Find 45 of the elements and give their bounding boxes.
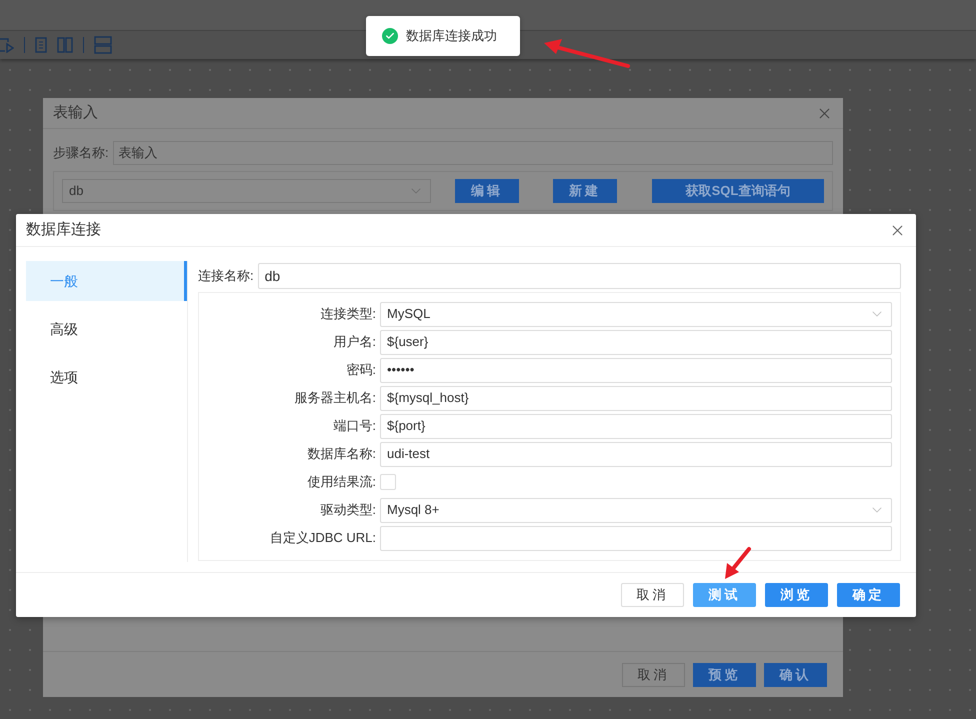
side-tab[interactable]: 高级 [26,309,187,349]
footer-button[interactable]: 确认 [764,662,827,686]
columns-icon[interactable] [57,37,73,53]
success-icon [382,28,398,44]
action-button[interactable]: 新建 [553,179,617,203]
side-tab[interactable]: 选项 [26,357,187,397]
field-label: 步骤名称: [53,144,109,162]
input-field[interactable]: db [258,263,901,289]
input-field[interactable]: 表输入 [112,141,833,165]
field-label: 服务器主机名: [293,389,377,408]
footer-button[interactable]: 预览 [693,662,756,686]
play-file-icon[interactable] [0,37,14,53]
footer-button[interactable]: 浏览 [765,583,828,607]
field-label: 数据库名称: [306,445,377,464]
side-tab[interactable]: 一般 [26,261,187,301]
footer-button[interactable]: 确定 [837,583,900,607]
action-button[interactable]: 获取SQL查询语句 [652,179,824,203]
input-field[interactable]: ${user} [380,330,892,354]
field-label: 自定义JDBC URL: [268,529,377,548]
field-label: 驱动类型: [319,501,377,520]
input-field[interactable]: udi-test [380,442,892,466]
dialog-title: 表输入 [53,102,98,123]
input-field[interactable]: ${port} [380,414,892,438]
select-field[interactable]: db [62,179,431,203]
field-label: 连接名称: [198,267,254,286]
dialog-title: 数据库连接 [26,220,101,240]
input-field[interactable]: •••••• [380,358,892,382]
field-label: 用户名: [332,333,377,352]
rows-icon[interactable] [94,36,112,54]
select-field[interactable]: Mysql 8+ [380,498,892,522]
document-icon[interactable] [35,37,47,53]
input-field[interactable] [380,526,892,550]
field-label: 密码: [345,361,377,380]
footer-button[interactable]: 取消 [621,583,684,607]
footer-button[interactable]: 测试 [693,583,756,607]
checkbox[interactable] [380,474,396,490]
select-field[interactable]: MySQL [380,302,892,326]
field-label: 端口号: [332,417,377,436]
footer-button[interactable]: 取消 [622,662,685,686]
toast-message: 数据库连接成功 [406,27,497,46]
action-button[interactable]: 编辑 [455,179,519,203]
input-field[interactable]: ${mysql_host} [380,386,892,410]
field-label: 使用结果流: [306,473,377,492]
annotation-arrow [722,546,752,580]
field-label: 连接类型: [319,305,377,324]
